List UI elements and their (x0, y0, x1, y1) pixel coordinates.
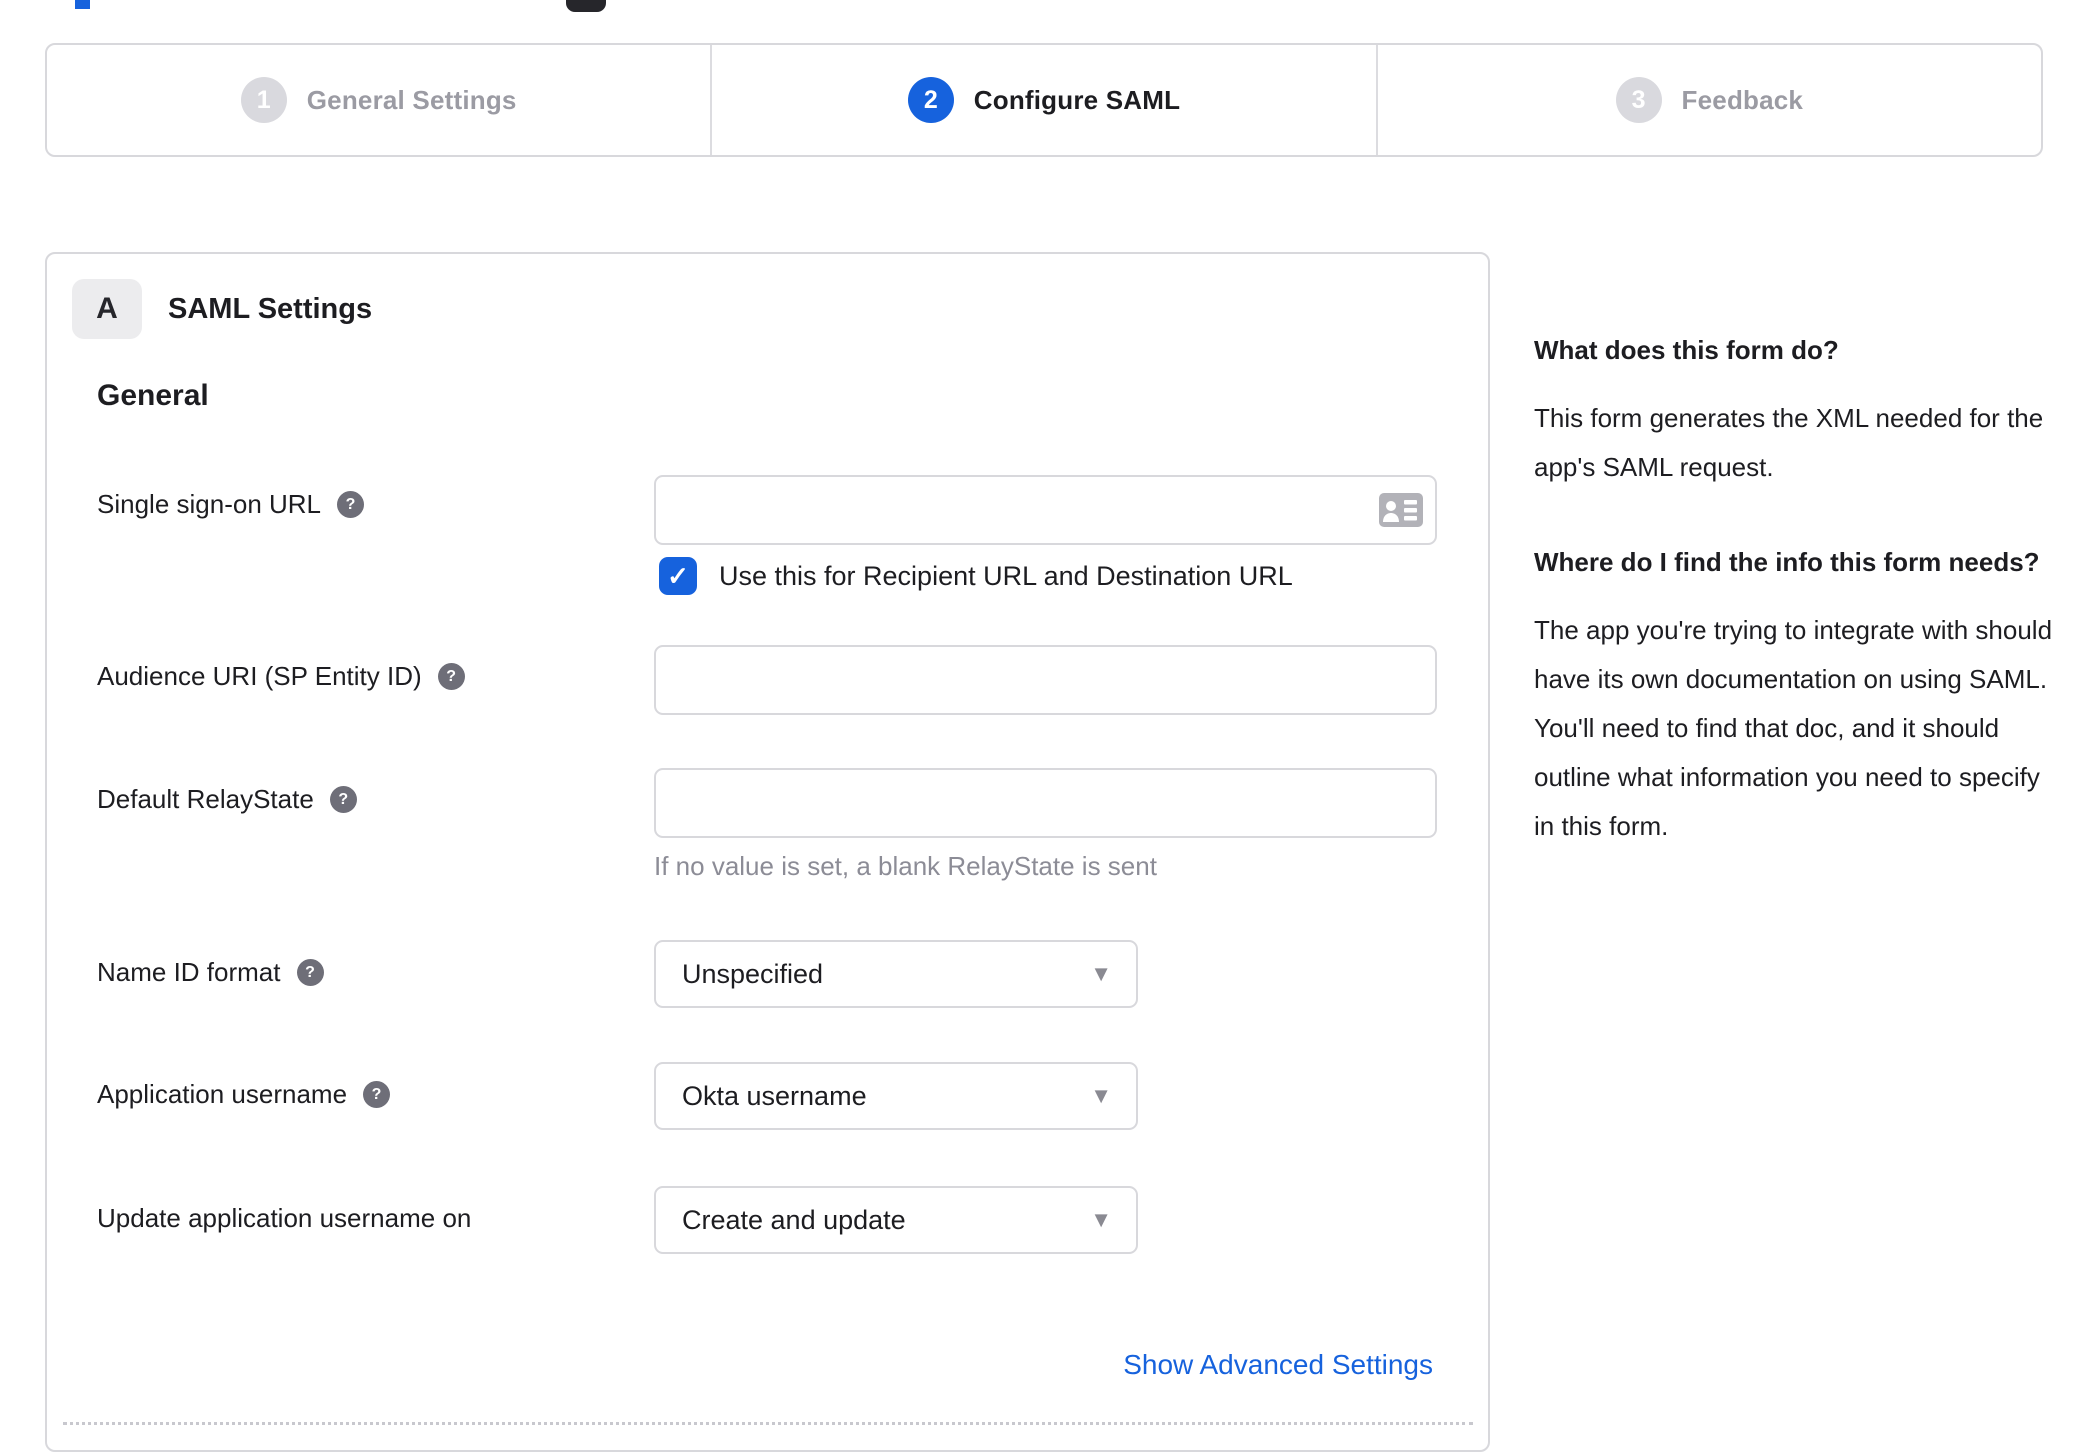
recipient-url-checkbox-row: ✓ Use this for Recipient URL and Destina… (659, 557, 1293, 595)
step-feedback: 3 Feedback (1375, 45, 2041, 155)
wizard-stepper: 1 General Settings 2 Configure SAML 3 Fe… (45, 43, 2043, 157)
name-id-format-value: Unspecified (682, 958, 824, 989)
saml-wizard-page: 1 General Settings 2 Configure SAML 3 Fe… (0, 0, 2092, 1452)
chevron-down-icon: ▼ (1090, 1083, 1112, 1108)
relay-state-label-text: Default RelayState (97, 784, 314, 814)
sidebar-body-where: The app you're trying to integrate with … (1534, 615, 2053, 841)
step-label: Configure SAML (973, 84, 1181, 115)
application-username-help-icon[interactable]: ? (363, 1081, 391, 1108)
sso-url-input-wrap (654, 475, 1437, 545)
relay-state-label: Default RelayState ? (97, 784, 357, 815)
update-app-username-select[interactable]: Create and update ▼ (654, 1186, 1138, 1254)
name-id-format-select[interactable]: Unspecified ▼ (654, 940, 1138, 1008)
step-number-badge: 1 (240, 77, 287, 123)
sso-url-label: Single sign-on URL ? (97, 489, 365, 520)
application-username-label: Application username ? (97, 1079, 391, 1110)
step-label: General Settings (306, 84, 517, 115)
sso-url-help-icon[interactable]: ? (337, 491, 365, 518)
audience-uri-input[interactable] (654, 645, 1437, 715)
name-id-format-help-icon[interactable]: ? (296, 959, 324, 986)
step-number-badge: 3 (1615, 77, 1662, 123)
relay-state-hint: If no value is set, a blank RelayState i… (654, 851, 1157, 881)
panel-title: SAML Settings (168, 292, 373, 325)
step-configure-saml[interactable]: 2 Configure SAML (710, 45, 1375, 155)
update-app-username-value: Create and update (682, 1204, 906, 1235)
application-username-value: Okta username (682, 1080, 867, 1111)
section-divider (63, 1422, 1473, 1425)
application-username-label-text: Application username (97, 1079, 348, 1109)
update-app-username-label: Update application username on (97, 1203, 471, 1234)
step-general-settings[interactable]: 1 General Settings (47, 45, 710, 155)
sidebar-heading-where: Where do I find the info this form needs… (1534, 547, 2040, 577)
chevron-down-icon: ▼ (1090, 961, 1112, 986)
cutoff-blue-artifact (75, 0, 90, 9)
sidebar-heading-what: What does this form do? (1534, 335, 1839, 365)
contact-card-icon[interactable] (1379, 493, 1423, 527)
update-app-username-label-text: Update application username on (97, 1203, 472, 1233)
audience-uri-help-icon[interactable]: ? (437, 663, 465, 690)
help-sidebar: What does this form do? This form genera… (1534, 328, 2064, 899)
audience-uri-label-text: Audience URI (SP Entity ID) (97, 661, 422, 691)
step-label: Feedback (1681, 84, 1804, 115)
sso-url-input[interactable] (654, 475, 1437, 545)
application-username-select[interactable]: Okta username ▼ (654, 1062, 1138, 1130)
general-section-heading: General (97, 379, 209, 412)
step-number-badge: 2 (907, 77, 954, 123)
sso-url-label-text: Single sign-on URL (97, 489, 322, 519)
chevron-down-icon: ▼ (1090, 1207, 1112, 1232)
relay-state-help-icon[interactable]: ? (329, 786, 357, 813)
panel-header: A SAML Settings (72, 279, 372, 339)
name-id-format-label-text: Name ID format (97, 957, 281, 987)
relay-state-input[interactable] (654, 768, 1437, 838)
section-a-badge: A (72, 279, 142, 339)
name-id-format-label: Name ID format ? (97, 957, 324, 988)
saml-settings-panel: A SAML Settings General Single sign-on U… (45, 252, 1490, 1452)
recipient-url-checkbox-label: Use this for Recipient URL and Destinati… (719, 560, 1293, 591)
cutoff-dark-artifact (566, 0, 606, 12)
show-advanced-settings-link[interactable]: Show Advanced Settings (1123, 1349, 1433, 1381)
recipient-url-checkbox[interactable]: ✓ (659, 557, 697, 595)
sidebar-body-what: This form generates the XML needed for t… (1534, 403, 2044, 482)
audience-uri-label: Audience URI (SP Entity ID) ? (97, 661, 465, 692)
